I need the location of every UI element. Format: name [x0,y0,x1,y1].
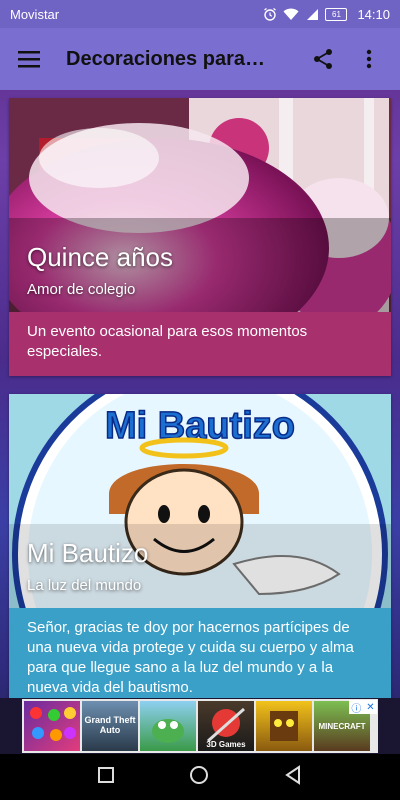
ad-tile-label: MINECRAFT [318,722,366,731]
card-image: Quince años Amor de colegio [9,98,391,312]
recents-icon[interactable] [97,766,115,789]
ad-tile-swampy[interactable] [140,701,196,751]
app-bar: Decoraciones para… [0,28,400,90]
card-subtitle: Amor de colegio [27,281,136,298]
page-title: Decoraciones para… [66,47,265,70]
ad-banner[interactable]: Grand Theft Auto 3D Games MINECRAFT ⓘ ✕ [0,698,400,754]
ad-tile-gta[interactable]: Grand Theft Auto [82,701,138,751]
back-icon[interactable] [283,764,303,790]
card-image: Mi Bautizo Mi Bautizo La luz del mundo [9,394,391,608]
card-title: Mi Bautizo [27,538,149,568]
share-icon[interactable] [306,42,340,76]
home-icon[interactable] [188,764,210,791]
ad-tile-label: Grand Theft Auto [84,715,136,735]
card-subtitle: La luz del mundo [27,577,142,594]
card-mi-bautizo[interactable]: Mi Bautizo Mi Bautizo La luz del mundo S… [9,394,391,698]
status-bar: Movistar 61 14:10 [0,0,400,28]
more-vert-icon[interactable] [352,42,386,76]
signal-icon [305,8,319,21]
card-list[interactable]: Quince años Amor de colegio Un evento oc… [0,90,400,698]
navigation-bar [0,754,400,800]
ad-tile-fruit[interactable]: 3D Games [198,701,254,751]
close-icon[interactable]: ✕ [366,702,374,713]
card-quince-anos[interactable]: Quince años Amor de colegio Un evento oc… [9,98,391,376]
battery-icon: 61 [325,7,348,21]
card-description: Señor, gracias te doy por hacernos partí… [9,608,391,698]
clock: 14:10 [357,6,390,22]
card-title: Quince años [27,242,173,272]
ad-tile-candy[interactable] [24,701,80,751]
card-description: Un evento ocasional para esos momentos e… [9,312,391,376]
ad-tile-temple[interactable] [256,701,312,751]
menu-icon[interactable] [14,44,44,74]
carrier-name: Movistar [10,6,60,22]
alarm-icon [263,7,277,21]
info-icon[interactable]: ⓘ [351,700,361,715]
wifi-icon [283,8,299,21]
ad-tile-label: 3D Games [206,740,246,749]
